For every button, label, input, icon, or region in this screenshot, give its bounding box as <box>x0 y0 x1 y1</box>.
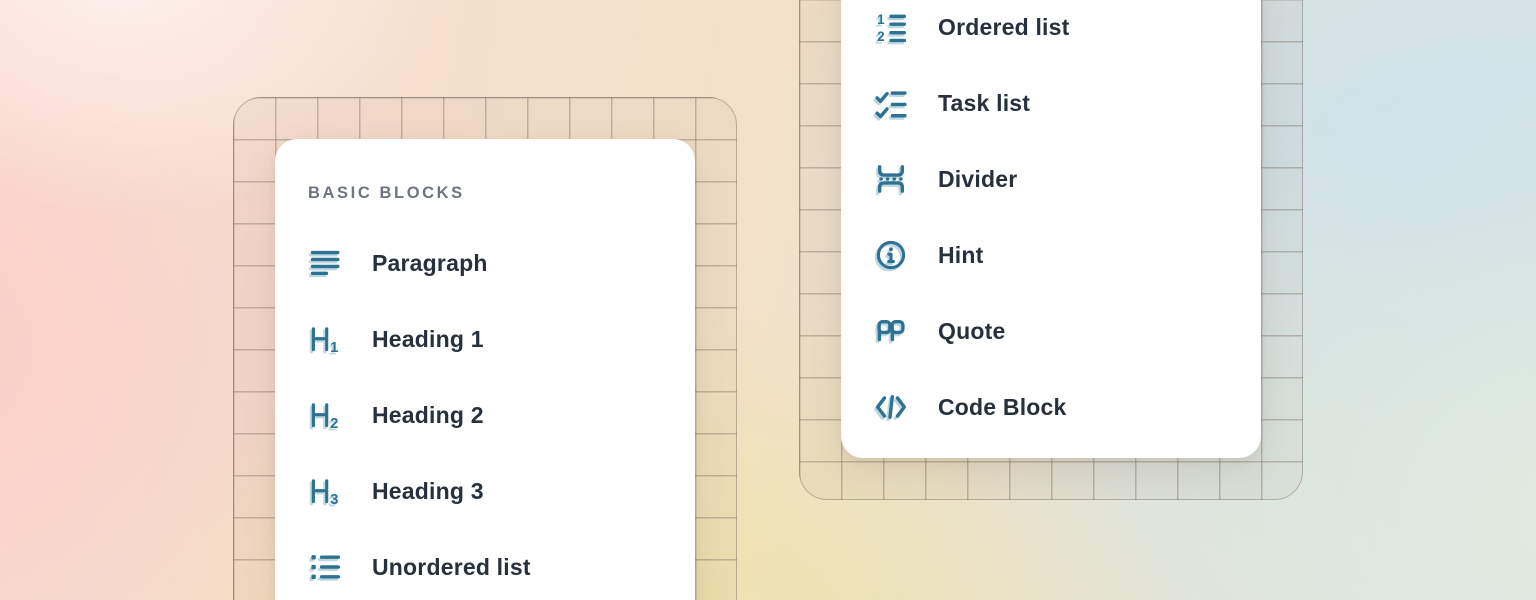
menu-item-task-list[interactable]: Task list <box>874 65 1261 141</box>
menu-item-hint[interactable]: Hint <box>874 217 1261 293</box>
divider-icon <box>874 162 908 196</box>
menu-item-label: Code Block <box>938 394 1067 421</box>
menu-item-divider[interactable]: Divider <box>874 141 1261 217</box>
ordered-list-icon: 1212 <box>874 10 908 44</box>
menu-item-heading-2[interactable]: 22 Heading 2 <box>308 377 695 453</box>
menu-item-label: Heading 3 <box>372 478 484 505</box>
menu-item-label: Paragraph <box>372 250 488 277</box>
heading-1-icon: 11 <box>308 322 342 356</box>
basic-blocks-menu-list: Paragraph 11 Heading 1 22 Heading 2 33 H… <box>275 209 695 600</box>
quote-icon <box>874 314 908 348</box>
menu-item-label: Heading 2 <box>372 402 484 429</box>
heading-3-icon: 33 <box>308 474 342 508</box>
menu-item-label: Quote <box>938 318 1005 345</box>
menu-item-heading-1[interactable]: 11 Heading 1 <box>308 301 695 377</box>
more-blocks-menu-card: 1212 Ordered list Task list Divider Hint… <box>841 0 1261 458</box>
menu-item-unordered-list[interactable]: Unordered list <box>308 529 695 600</box>
menu-item-label: Divider <box>938 166 1017 193</box>
menu-item-label: Task list <box>938 90 1030 117</box>
menu-item-label: Heading 1 <box>372 326 484 353</box>
editor-blocks-menu-screen: BASIC BLOCKS Paragraph 11 Heading 1 22 H… <box>0 0 1536 600</box>
svg-text:2: 2 <box>877 29 884 44</box>
code-block-icon <box>874 390 908 424</box>
svg-text:2: 2 <box>330 416 338 432</box>
unordered-list-icon <box>308 550 342 584</box>
menu-item-label: Hint <box>938 242 984 269</box>
task-list-icon <box>874 86 908 120</box>
svg-text:3: 3 <box>330 492 338 508</box>
svg-text:1: 1 <box>330 340 338 356</box>
menu-item-label: Unordered list <box>372 554 531 581</box>
menu-item-code-block[interactable]: Code Block <box>874 369 1261 445</box>
more-blocks-menu-list: 1212 Ordered list Task list Divider Hint… <box>841 0 1261 445</box>
hint-icon <box>874 238 908 272</box>
svg-text:1: 1 <box>877 12 885 27</box>
basic-blocks-menu-card: BASIC BLOCKS Paragraph 11 Heading 1 22 H… <box>275 139 695 600</box>
menu-item-paragraph[interactable]: Paragraph <box>308 225 695 301</box>
heading-2-icon: 22 <box>308 398 342 432</box>
paragraph-icon <box>308 246 342 280</box>
menu-item-ordered-list[interactable]: 1212 Ordered list <box>874 0 1261 65</box>
basic-blocks-section-title: BASIC BLOCKS <box>308 177 695 209</box>
menu-item-label: Ordered list <box>938 14 1070 41</box>
menu-item-heading-3[interactable]: 33 Heading 3 <box>308 453 695 529</box>
menu-item-quote[interactable]: Quote <box>874 293 1261 369</box>
